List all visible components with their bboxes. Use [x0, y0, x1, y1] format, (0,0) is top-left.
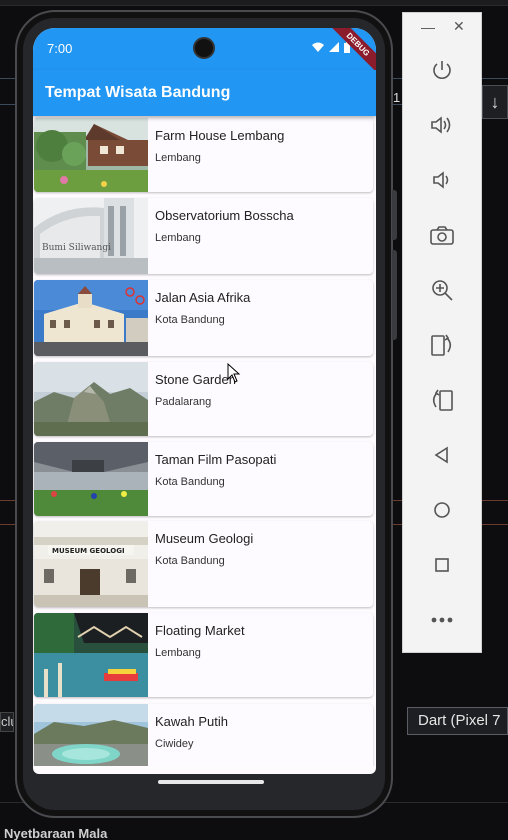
camera-icon[interactable]: [425, 218, 459, 252]
list-item[interactable]: Stone Garden Padalarang: [34, 362, 373, 436]
place-location: Kota Bandung: [155, 555, 225, 567]
ide-line-number: 1: [393, 90, 401, 105]
more-icon[interactable]: [425, 603, 459, 637]
place-thumbnail: [34, 362, 148, 436]
place-name: Stone Garden: [155, 372, 236, 387]
phone-side-button: [392, 250, 397, 340]
list-item[interactable]: Taman Film Pasopati Kota Bandung: [34, 442, 373, 516]
place-location: Lembang: [155, 647, 201, 659]
place-thumbnail: Bumi Siliwangi: [34, 198, 148, 274]
place-location: Kota Bandung: [155, 314, 225, 326]
place-name: Taman Film Pasopati: [155, 452, 277, 467]
status-bar: 7:00 DEBUG: [33, 28, 376, 78]
volume-up-icon[interactable]: [425, 108, 459, 142]
volume-down-icon[interactable]: [425, 163, 459, 197]
place-name: Kawah Putih: [155, 714, 228, 729]
places-list[interactable]: Farm House Lembang Lembang Bumi Siliwang…: [33, 116, 376, 766]
app-bar: Tempat Wisata Bandung: [33, 70, 376, 116]
front-camera: [193, 37, 215, 59]
place-thumbnail: [34, 442, 148, 516]
rotate-right-icon[interactable]: [425, 383, 459, 417]
place-location: Kota Bandung: [155, 476, 225, 488]
signal-icon: [328, 42, 339, 53]
arrow-down-icon[interactable]: ↓: [482, 85, 508, 119]
list-item[interactable]: Farm House Lembang Lembang: [34, 118, 373, 192]
wifi-icon: [311, 42, 324, 53]
svg-text:MUSEUM GEOLOGI: MUSEUM GEOLOGI: [52, 547, 125, 555]
list-item[interactable]: Jalan Asia Afrika Kota Bandung: [34, 280, 373, 356]
svg-text:Bumi Siliwangi: Bumi Siliwangi: [42, 243, 111, 253]
ide-text-box[interactable]: clu: [0, 712, 14, 732]
place-location: Padalarang: [155, 396, 212, 408]
emulator-toolbar: — ✕: [402, 12, 482, 653]
mouse-cursor-icon: [227, 363, 241, 383]
place-name: Jalan Asia Afrika: [155, 290, 251, 305]
status-time: 7:00: [47, 41, 73, 56]
rotate-left-icon[interactable]: [425, 328, 459, 362]
power-icon[interactable]: [425, 53, 459, 87]
ide-bottom-text: Nyetbaraan Mala: [4, 826, 108, 840]
app-title: Tempat Wisata Bandung: [45, 84, 231, 101]
gesture-nav-bar: [33, 766, 376, 774]
home-indicator[interactable]: [158, 780, 264, 784]
place-name: Farm House Lembang: [155, 128, 285, 143]
list-item[interactable]: MUSEUM GEOLOGI Museum Geologi Kota Bandu…: [34, 521, 373, 607]
list-item[interactable]: Floating Market Lembang: [34, 613, 373, 697]
home-icon[interactable]: [425, 493, 459, 527]
screen-root: { "app": { "title": "Tempat Wisata Bandu…: [0, 0, 508, 840]
place-name: Observatorium Bosscha: [155, 208, 294, 223]
place-thumbnail: MUSEUM GEOLOGI: [34, 521, 148, 607]
device-selector[interactable]: Dart (Pixel 7: [407, 707, 508, 735]
place-location: Lembang: [155, 152, 201, 164]
ide-tab-strip: [0, 0, 508, 6]
status-icons: [311, 41, 350, 53]
place-location: Ciwidey: [155, 738, 194, 750]
place-name: Museum Geologi: [155, 531, 254, 546]
minimize-icon[interactable]: —: [421, 19, 435, 35]
list-item[interactable]: Kawah Putih Ciwidey: [34, 704, 373, 766]
place-thumbnail: [34, 118, 148, 192]
place-location: Lembang: [155, 232, 201, 244]
overview-icon[interactable]: [425, 548, 459, 582]
close-icon[interactable]: ✕: [453, 18, 465, 35]
back-icon[interactable]: [425, 438, 459, 472]
place-thumbnail: [34, 613, 148, 697]
phone-side-button: [392, 190, 397, 240]
place-thumbnail: [34, 704, 148, 766]
place-thumbnail: [34, 280, 148, 356]
place-name: Floating Market: [155, 623, 245, 638]
list-item[interactable]: Bumi Siliwangi Observatorium Bosscha Lem…: [34, 198, 373, 274]
device-screen: 7:00 DEBUG Tempat Wisata Bandung Farm Ho…: [33, 28, 376, 774]
zoom-icon[interactable]: [425, 273, 459, 307]
emulator-title-bar: — ✕: [403, 13, 483, 43]
